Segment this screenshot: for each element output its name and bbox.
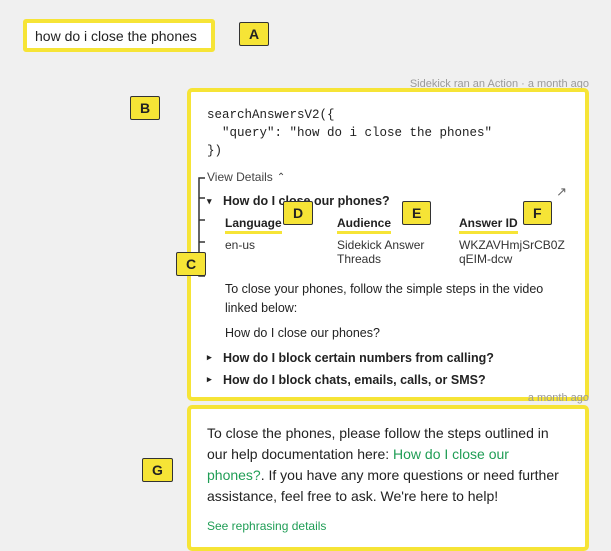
assistant-reply-panel: To close the phones, please follow the s… — [187, 405, 589, 551]
callout-a: A — [239, 22, 269, 46]
result-row-0[interactable]: ▾ How do I close our phones? — [207, 194, 569, 208]
callout-f: F — [523, 201, 552, 225]
code-line-3: }) — [207, 142, 569, 160]
code-line-2: "query": "how do i close the phones" — [207, 124, 569, 142]
user-query-box: how do i close the phones — [23, 19, 215, 52]
result-1-title: How do I block certain numbers from call… — [223, 351, 494, 365]
col-audience-value: Sidekick Answer Threads — [337, 238, 427, 266]
user-query-text: how do i close the phones — [35, 28, 197, 44]
callout-e: E — [402, 201, 431, 225]
result-row-1[interactable]: ▸ How do I block certain numbers from ca… — [207, 351, 569, 365]
caret-down-icon: ▾ — [207, 196, 215, 207]
chevron-up-icon: ⌃ — [277, 172, 285, 183]
result-2-title: How do I block chats, emails, calls, or … — [223, 373, 486, 387]
col-audience-header: Audience — [337, 216, 391, 234]
col-answerid-header: Answer ID — [459, 216, 518, 234]
result-0-body-line2: How do I close our phones? — [225, 324, 569, 343]
search-call-panel: searchAnswersV2({ "query": "how do i clo… — [187, 88, 589, 401]
callout-d: D — [283, 201, 313, 225]
external-link-icon[interactable]: ↗ — [556, 184, 567, 200]
col-language-header: Language — [225, 216, 282, 234]
code-line-1: searchAnswersV2({ — [207, 106, 569, 124]
callout-g: G — [142, 458, 173, 482]
reply-timestamp: a month ago — [528, 392, 589, 404]
col-language-value: en-us — [225, 238, 305, 252]
caret-right-icon: ▸ — [207, 374, 215, 385]
caret-right-icon: ▸ — [207, 352, 215, 363]
result-0-body: To close your phones, follow the simple … — [225, 280, 569, 342]
see-rephrasing-link[interactable]: See rephrasing details — [207, 517, 569, 535]
view-details-toggle[interactable]: View Details ⌃ — [207, 170, 569, 184]
reply-post: . If you have any more questions or need… — [207, 467, 559, 504]
result-0-body-line1: To close your phones, follow the simple … — [225, 280, 569, 318]
result-row-2[interactable]: ▸ How do I block chats, emails, calls, o… — [207, 373, 569, 387]
callout-c: C — [176, 252, 206, 276]
col-answerid-value: WKZAVHmjSrCB0ZqEIM-dcw — [459, 238, 569, 266]
view-details-label: View Details — [207, 170, 273, 184]
result-0-meta: Language en-us Audience Sidekick Answer … — [225, 216, 569, 266]
callout-b: B — [130, 96, 160, 120]
